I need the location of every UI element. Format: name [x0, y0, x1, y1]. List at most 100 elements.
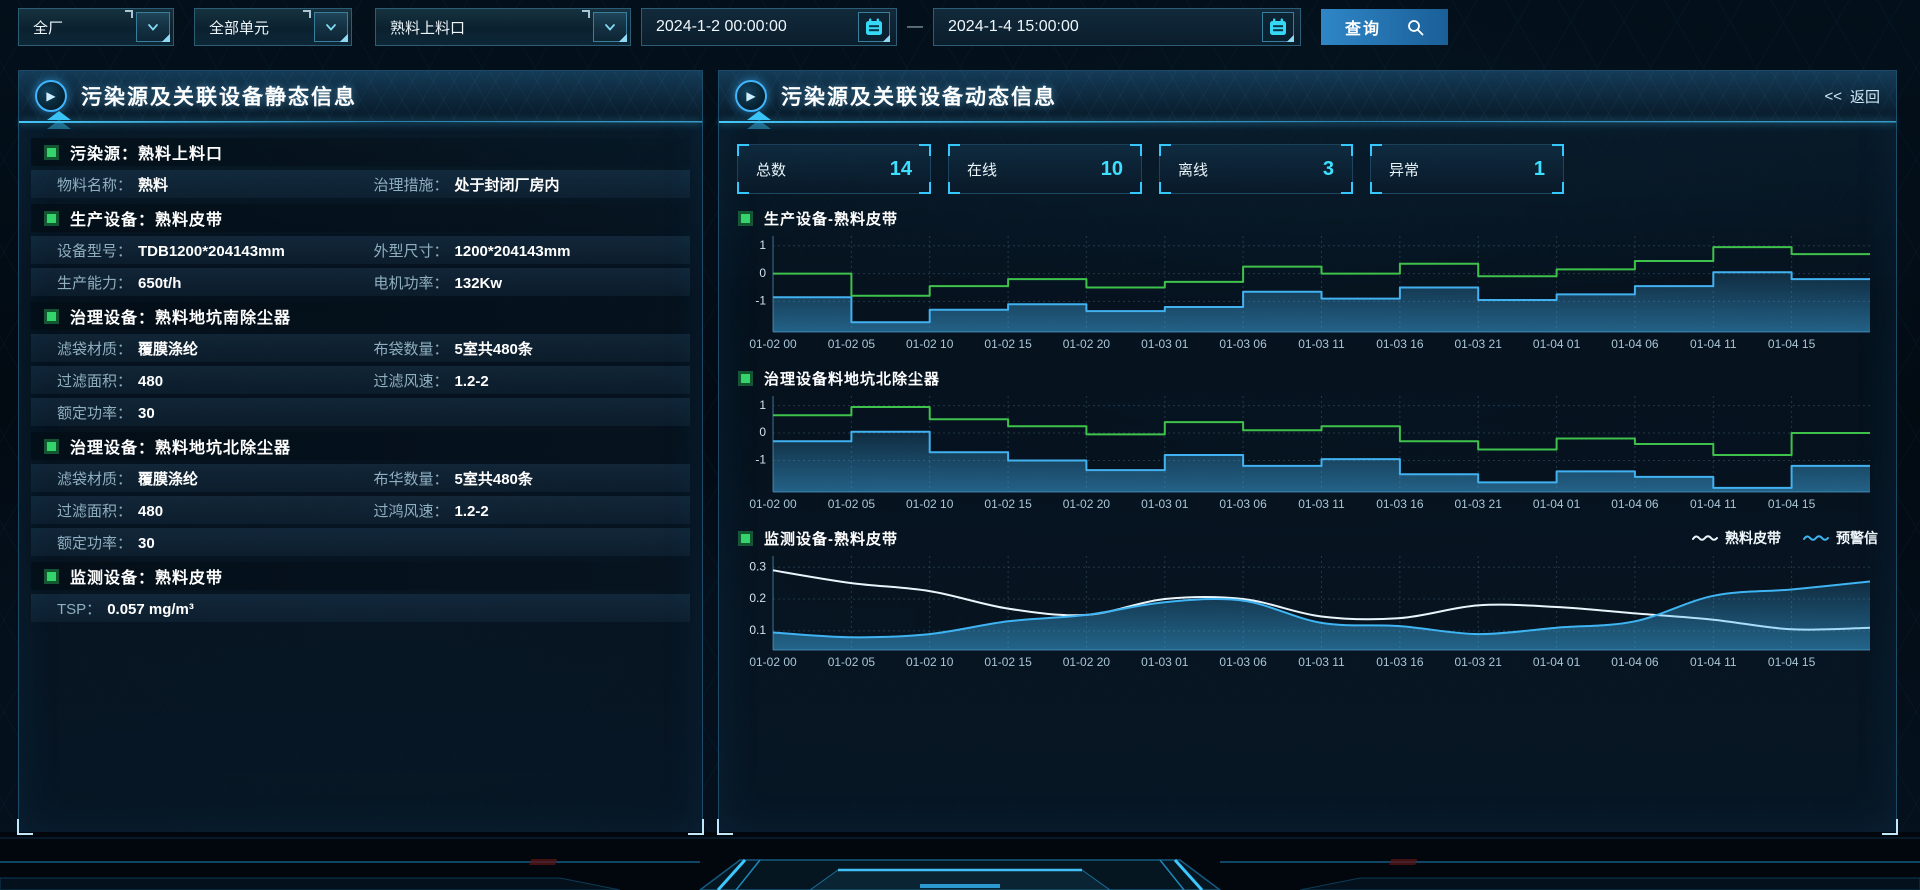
section-title: 治理设备：熟料地坑南除尘器: [70, 304, 291, 328]
date-range-separator: —: [907, 18, 923, 36]
svg-text:01-03 11: 01-03 11: [1298, 337, 1345, 351]
field-label: 布华数量：: [374, 468, 449, 489]
svg-text:01-02 00: 01-02 00: [749, 497, 797, 511]
legend-item[interactable]: 熟料皮带: [1692, 528, 1781, 548]
unit-select-value: 全部单元: [209, 17, 269, 38]
svg-text:01-02 00: 01-02 00: [749, 337, 797, 351]
svg-text:01-03 21: 01-03 21: [1455, 655, 1503, 669]
chart-title-row: 治理设备料地坑北除尘器: [737, 366, 1878, 390]
svg-text:01-02 20: 01-02 20: [1063, 337, 1111, 351]
toolbar: 全厂 全部单元 熟料上料口 2024-1-2 00:00:00: [18, 9, 1448, 45]
corner-bracket: [737, 182, 749, 194]
calendar-icon[interactable]: [858, 12, 890, 42]
corner-bracket: [1552, 144, 1564, 156]
green-bullet-icon: [45, 146, 58, 159]
chevron-down-icon[interactable]: [136, 12, 170, 42]
query-button-label: 查询: [1345, 15, 1381, 39]
calendar-icon[interactable]: [1262, 12, 1294, 42]
table-row: 物料名称：熟料治理措施：处于封闭厂房内: [31, 170, 690, 198]
static-panel-title: 污染源及关联设备静态信息: [81, 81, 357, 111]
field-label: 布袋数量：: [374, 338, 449, 359]
field-value: 覆膜涤纶: [138, 338, 198, 359]
key-value-cell: 电机功率：132Kw: [374, 272, 691, 293]
svg-text:01-03 11: 01-03 11: [1298, 497, 1345, 511]
field-value: 处于封闭厂房内: [455, 174, 560, 195]
corner-bracket: [1159, 144, 1171, 156]
corner-bracket: [1370, 144, 1382, 156]
field-value: 5室共480条: [455, 338, 533, 359]
svg-text:01-04 06: 01-04 06: [1611, 497, 1659, 511]
field-value: 熟料: [138, 174, 168, 195]
section-header: 污染源：熟料上料口: [31, 138, 690, 166]
field-value: 30: [138, 405, 155, 422]
source-select[interactable]: 熟料上料口: [375, 8, 631, 46]
play-icon: ▶: [735, 80, 767, 112]
svg-text:-1: -1: [755, 294, 766, 308]
back-button[interactable]: << 返回: [1824, 71, 1880, 121]
corner-bracket: [948, 144, 960, 156]
table-row: 额定功率：30: [31, 398, 690, 426]
key-value-cell: 滤袋材质：覆膜涤纶: [57, 468, 374, 489]
legend-item[interactable]: 预警信: [1803, 528, 1878, 548]
source-select-value: 熟料上料口: [390, 17, 465, 38]
svg-text:01-04 15: 01-04 15: [1768, 497, 1816, 511]
charts-area: 生产设备-熟料皮带10-101-02 0001-02 0501-02 1001-…: [719, 206, 1896, 672]
query-button[interactable]: 查询: [1321, 9, 1448, 45]
field-value: 0.057 mg/m³: [107, 601, 194, 618]
key-value-cell: 物料名称： 熟料: [57, 174, 374, 195]
svg-text:01-03 16: 01-03 16: [1376, 655, 1424, 669]
stat-label: 在线: [967, 159, 997, 180]
plant-select-value: 全厂: [33, 17, 63, 38]
back-button-label: 返回: [1850, 86, 1880, 107]
corner-bracket: [1341, 144, 1353, 156]
svg-text:01-02 05: 01-02 05: [828, 337, 876, 351]
stat-value: 3: [1323, 158, 1334, 181]
field-label: 设备型号：: [57, 240, 132, 261]
corner-bracket: [1130, 182, 1142, 194]
table-row: 过滤面积：480过滤风速：1.2-2: [31, 366, 690, 394]
plant-select[interactable]: 全厂: [18, 8, 174, 46]
chevron-down-icon[interactable]: [314, 12, 348, 42]
chart-title-row: 监测设备-熟料皮带 熟料皮带 预警信: [737, 526, 1878, 550]
green-bullet-icon: [45, 440, 58, 453]
unit-select[interactable]: 全部单元: [194, 8, 352, 46]
field-value: 1.2-2: [455, 373, 489, 390]
svg-text:1: 1: [759, 398, 766, 412]
corner-bracket: [1370, 182, 1382, 194]
svg-text:01-02 00: 01-02 00: [749, 655, 797, 669]
section-header: 生产设备：熟料皮带: [31, 204, 690, 232]
chevron-down-icon[interactable]: [593, 12, 627, 42]
static-info-panel: ▶ 污染源及关联设备静态信息 污染源：熟料上料口物料名称：熟料治理措施：处于封闭…: [18, 70, 703, 834]
stat-label: 离线: [1178, 159, 1208, 180]
green-bullet-icon: [45, 570, 58, 583]
key-value-cell: 过鸿风速：1.2-2: [374, 500, 691, 521]
chart-title: 监测设备-熟料皮带: [764, 528, 898, 549]
svg-text:01-03 01: 01-03 01: [1141, 655, 1189, 669]
green-bullet-icon: [739, 532, 752, 545]
stat-card-3: 异常1: [1370, 144, 1564, 194]
green-bullet-icon: [739, 372, 752, 385]
field-value: 650t/h: [138, 275, 181, 292]
svg-text:01-04 15: 01-04 15: [1768, 337, 1816, 351]
stat-card-0: 总数14: [737, 144, 931, 194]
play-icon: ▶: [35, 80, 67, 112]
start-datetime-input[interactable]: 2024-1-2 00:00:00: [641, 8, 897, 46]
search-icon: [1407, 19, 1424, 36]
chart-block-1: 治理设备料地坑北除尘器10-101-02 0001-02 0501-02 100…: [737, 366, 1878, 514]
svg-text:01-02 20: 01-02 20: [1063, 655, 1111, 669]
corner-bracket: [1341, 182, 1353, 194]
svg-text:01-03 06: 01-03 06: [1219, 497, 1267, 511]
field-label: 额定功率：: [57, 532, 132, 553]
field-label: 物料名称：: [57, 174, 132, 195]
svg-text:01-03 21: 01-03 21: [1455, 337, 1503, 351]
stat-label: 异常: [1389, 159, 1419, 180]
field-label: 外型尺寸：: [374, 240, 449, 261]
end-datetime-input[interactable]: 2024-1-4 15:00:00: [933, 8, 1301, 46]
svg-text:01-04 01: 01-04 01: [1533, 337, 1581, 351]
stats-row: 总数14在线10离线3异常1: [737, 144, 1896, 194]
header-chevron-decoration: [747, 111, 771, 129]
field-value: 480: [138, 503, 163, 520]
svg-text:01-02 20: 01-02 20: [1063, 497, 1111, 511]
corner-notch: [303, 10, 311, 18]
field-value: 1200*204143mm: [455, 243, 571, 260]
